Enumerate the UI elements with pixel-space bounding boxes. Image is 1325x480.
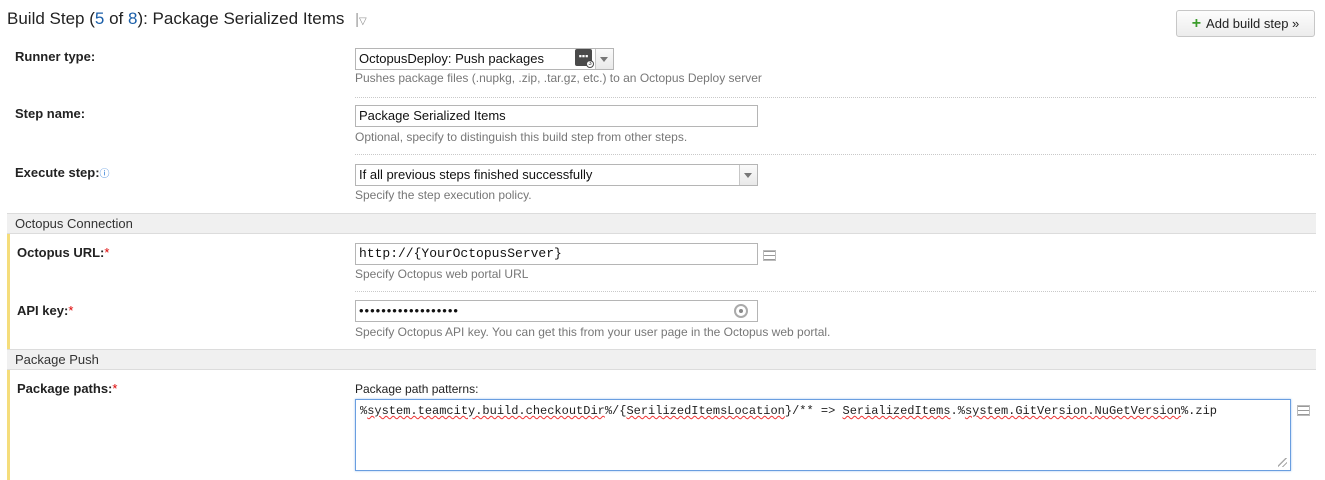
step-name-note: Optional, specify to distinguish this bu… [355, 130, 688, 144]
execute-step-note: Specify the step execution policy. [355, 188, 532, 202]
section-octopus-connection: Octopus Connection [7, 213, 1316, 234]
package-paths-label: Package paths:* [17, 381, 118, 396]
runner-type-note: Pushes package files (.nupkg, .zip, .tar… [355, 71, 762, 85]
runner-type-icon: ▪▪▪ 3 [575, 49, 594, 68]
plus-icon: + [1191, 14, 1202, 32]
chevron-down-icon[interactable] [739, 165, 757, 185]
package-paths-sublabel: Package path patterns: [355, 382, 479, 396]
package-paths-textarea[interactable]: %system.teamcity.build.checkoutDir%/{Ser… [355, 399, 1291, 471]
octopus-url-input[interactable]: http://{YourOctopusServer} [355, 243, 758, 265]
chevron-down-icon[interactable] [595, 49, 613, 69]
section-package-push: Package Push [7, 349, 1316, 370]
api-key-input[interactable]: •••••••••••••••••• [355, 300, 758, 322]
execute-step-select[interactable]: If all previous steps finished successfu… [355, 164, 758, 186]
help-icon[interactable]: ⓘ [100, 169, 110, 180]
step-name-input[interactable]: Package Serialized Items [355, 105, 758, 127]
add-build-step-button[interactable]: + Add build step » [1176, 10, 1315, 37]
api-key-note: Specify Octopus API key. You can get thi… [355, 325, 831, 339]
show-password-icon[interactable] [734, 304, 748, 318]
octopus-url-note: Specify Octopus web portal URL [355, 267, 529, 281]
execute-step-label: Execute step:ⓘ [15, 165, 110, 180]
api-key-label: API key:* [17, 303, 74, 318]
runner-type-label: Runner type: [15, 49, 96, 64]
step-current: 5 [94, 9, 105, 28]
parameters-icon[interactable] [1297, 405, 1310, 416]
title-menu-icon[interactable]: ▽ [359, 16, 367, 27]
page-title: Build Step (5 of 8): Package Serialized … [7, 9, 367, 28]
octopus-url-label: Octopus URL:* [17, 245, 110, 260]
step-name-label: Step name: [15, 106, 86, 121]
parameters-icon[interactable] [763, 250, 776, 261]
resize-handle[interactable] [1278, 458, 1287, 467]
